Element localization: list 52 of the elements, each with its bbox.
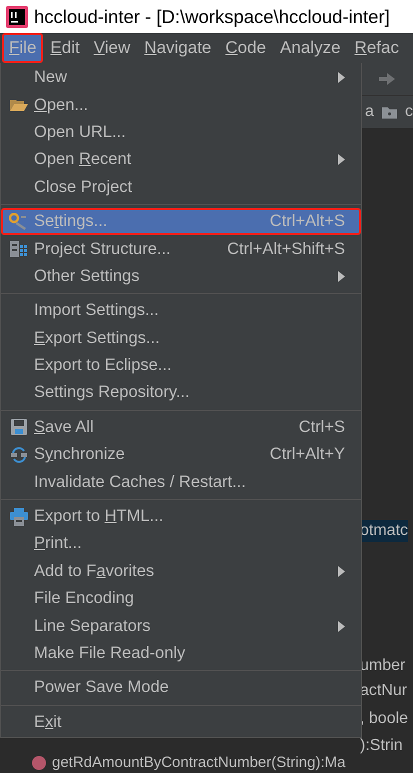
submenu-arrow-icon bbox=[338, 620, 345, 632]
shortcut-text: Ctrl+Alt+Y bbox=[270, 445, 345, 464]
breadcrumb-text: a bbox=[365, 103, 374, 121]
menu-item[interactable]: Import Settings... bbox=[1, 297, 361, 325]
menu-item[interactable]: Export Settings... bbox=[1, 324, 361, 352]
menu-bar-item[interactable]: Navigate bbox=[137, 33, 218, 63]
menu-item[interactable]: Project Structure... Ctrl+Alt+Shift+S bbox=[1, 235, 361, 263]
menu-item[interactable]: Add to Favorites bbox=[1, 558, 361, 586]
menu-item[interactable]: Synchronize Ctrl+Alt+Y bbox=[1, 441, 361, 468]
menu-item[interactable]: Invalidate Caches / Restart... bbox=[1, 468, 361, 496]
submenu-arrow-icon bbox=[338, 72, 345, 84]
menu-item[interactable]: Exit bbox=[1, 708, 361, 736]
folder-icon bbox=[382, 106, 397, 118]
breadcrumb-text: c bbox=[405, 103, 413, 121]
window-title: hccloud-inter - [D:\workspace\hccloud-inter] bbox=[34, 6, 390, 28]
menu-item[interactable]: Other Settings bbox=[1, 262, 361, 290]
menu-item[interactable]: Export to HTML... bbox=[1, 502, 361, 530]
menu-item[interactable]: Save All Ctrl+S bbox=[1, 414, 361, 442]
menu-item[interactable]: Print... bbox=[1, 530, 361, 558]
menu-item[interactable]: Line Separators bbox=[1, 612, 361, 640]
menu-bar-item[interactable]: Analyze bbox=[273, 33, 348, 63]
code-text: otmatc bbox=[360, 520, 408, 542]
submenu-arrow-icon bbox=[338, 566, 345, 577]
shortcut-text: Ctrl+Alt+S bbox=[270, 212, 345, 232]
menu-item[interactable]: Open URL... bbox=[1, 118, 361, 146]
code-text: actNur bbox=[360, 681, 408, 701]
menu-item[interactable]: Open Recent bbox=[1, 146, 361, 174]
shortcut-text: Ctrl+Alt+Shift+S bbox=[227, 240, 345, 259]
menu-item[interactable]: Settings Repository... bbox=[1, 379, 361, 407]
printer-icon bbox=[10, 508, 28, 526]
submenu-arrow-icon bbox=[338, 154, 345, 166]
folder-icon bbox=[10, 98, 28, 112]
method-icon bbox=[32, 756, 46, 770]
menu-item[interactable]: Open... bbox=[1, 91, 361, 119]
menu-item[interactable]: Make File Read-only bbox=[1, 640, 361, 668]
sync-icon bbox=[10, 446, 28, 463]
project-structure-icon bbox=[10, 241, 28, 258]
app-logo-icon bbox=[6, 6, 28, 28]
menu-item[interactable]: Close Project bbox=[1, 174, 361, 201]
menu-bar-item[interactable]: Edit bbox=[43, 33, 87, 63]
menu-bar-item[interactable]: Refac bbox=[348, 33, 406, 63]
shortcut-text: Ctrl+S bbox=[298, 418, 345, 437]
code-text: getRdAmountByContractNumber(String):Ma bbox=[52, 755, 346, 771]
menu-bar-item[interactable]: View bbox=[86, 33, 138, 63]
menu-item[interactable]: Export to Eclipse... bbox=[1, 352, 361, 380]
code-text: ):Strin bbox=[360, 736, 403, 756]
submenu-arrow-icon bbox=[338, 270, 345, 282]
menu-bar-item[interactable]: Code bbox=[218, 33, 274, 63]
menu-item[interactable]: File Encoding bbox=[1, 585, 361, 612]
menu-item[interactable]: New bbox=[1, 64, 361, 92]
menu-item[interactable]: Power Save Mode bbox=[1, 674, 361, 702]
arrow-right-icon bbox=[378, 72, 396, 86]
